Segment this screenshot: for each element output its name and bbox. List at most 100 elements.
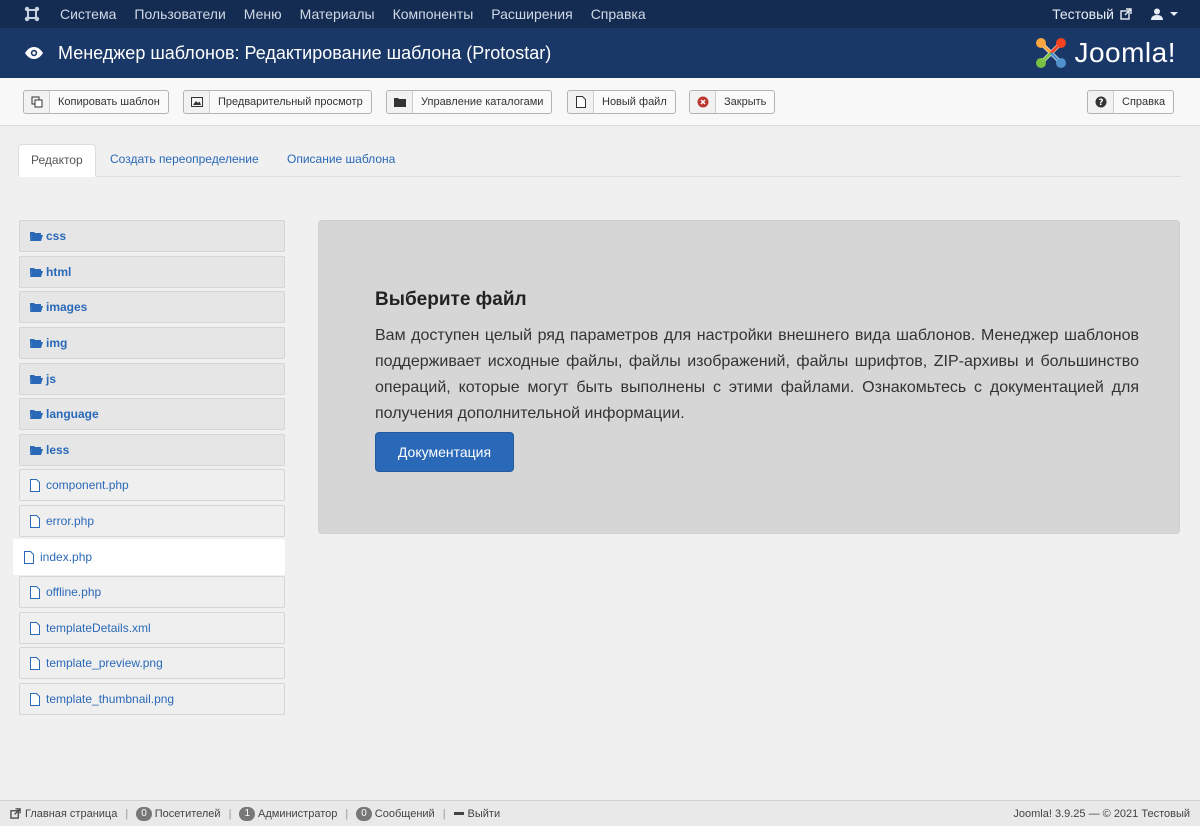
folder-icon [387,91,413,113]
help-label: Справка [1122,96,1166,108]
menu-item-menus[interactable]: Меню [244,6,282,22]
tree-file-selected[interactable]: index.php [13,539,285,575]
page-header: Менеджер шаблонов: Редактирование шаблон… [0,28,1200,78]
visitors-badge: 0 [136,806,152,821]
visitors-label: Посетителей [154,807,221,820]
messages-badge: 0 [356,806,372,821]
tree-folder[interactable]: img [19,327,285,359]
image-icon [184,91,210,113]
footer-divider: | [228,807,232,820]
tree-folder[interactable]: js [19,363,285,395]
home-label: Главная страница [25,807,118,820]
tree-file[interactable]: error.php [19,505,285,537]
file-icon [24,550,38,564]
chevron-down-icon[interactable] [1170,10,1178,18]
tree-file[interactable]: templateDetails.xml [19,612,285,644]
new-file-button[interactable]: Новый файл [567,90,676,114]
tree-item-label: css [46,229,67,243]
admins-status[interactable]: 1 Администратор [239,806,338,821]
status-footer: Главная страница | 0 Посетителей | 1 Адм… [0,800,1200,826]
version-info: Joomla! 3.9.25 — © 2021 Тестовый [1013,801,1190,826]
tab-template-description[interactable]: Описание шаблона [275,144,407,177]
tree-folder[interactable]: html [19,256,285,288]
folder-open-icon [30,337,44,350]
page-title: Менеджер шаблонов: Редактирование шаблон… [58,42,552,63]
svg-text:?: ? [1098,98,1103,108]
tab-create-override[interactable]: Создать переопределение [98,144,271,177]
folder-open-icon [30,301,44,314]
tree-folder[interactable]: images [19,291,285,323]
main-menu: Система Пользователи Меню Материалы Комп… [60,6,664,22]
tree-folder[interactable]: language [19,398,285,430]
external-link-icon [10,808,21,819]
select-file-panel: Выберите файл Вам доступен целый ряд пар… [318,220,1180,534]
site-link[interactable]: Тестовый [1052,6,1114,22]
tree-item-label: images [46,300,88,314]
logout-link[interactable]: Выйти [453,807,501,820]
minus-icon [453,811,464,815]
tree-file[interactable]: component.php [19,469,285,501]
folder-open-icon [30,373,44,386]
home-link[interactable]: Главная страница [10,808,117,820]
user-icon[interactable] [1150,7,1164,21]
folder-open-icon [30,408,44,421]
copy-template-label: Копировать шаблон [58,96,160,108]
copy-template-button[interactable]: Копировать шаблон [23,90,169,114]
tree-item-label: language [46,407,99,421]
preview-button[interactable]: Предварительный просмотр [183,90,372,114]
close-icon [690,91,716,113]
messages-status[interactable]: 0 Сообщений [356,806,435,821]
joomla-logo-icon [1036,38,1067,68]
tree-item-label: img [46,336,68,350]
file-icon [30,621,44,635]
tabs: Редактор Создать переопределение Описани… [18,144,1181,177]
tree-item-label: component.php [46,478,129,492]
copy-icon [24,91,50,113]
tree-item-label: offline.php [46,585,102,599]
tree-item-label: template_preview.png [46,656,163,670]
admins-label: Администратор [258,807,338,820]
folder-open-icon [30,230,44,243]
manage-folders-button[interactable]: Управление каталогами [386,90,553,114]
messages-label: Сообщений [374,807,435,820]
logout-label: Выйти [467,807,501,820]
panel-heading: Выберите файл [375,289,527,310]
new-file-label: Новый файл [602,96,667,108]
joomla-logo-text: Joomla! [1074,37,1176,68]
tree-item-label: js [46,372,57,386]
menu-item-help[interactable]: Справка [591,6,646,22]
external-link-icon [1120,8,1132,20]
documentation-button[interactable]: Документация [375,432,514,472]
tree-folder[interactable]: css [19,220,285,252]
tab-editor[interactable]: Редактор [18,144,96,177]
menu-item-content[interactable]: Материалы [300,6,375,22]
file-icon [30,514,44,528]
footer-divider: | [125,807,129,820]
file-icon [30,656,44,670]
file-icon [30,478,44,492]
footer-divider: | [345,807,349,820]
tree-file[interactable]: template_preview.png [19,647,285,679]
tree-file[interactable]: offline.php [19,576,285,608]
file-icon [568,91,594,113]
manage-folders-label: Управление каталогами [421,96,544,108]
tree-item-label: index.php [40,550,93,564]
menu-item-components[interactable]: Компоненты [393,6,474,22]
tree-file[interactable]: template_thumbnail.png [19,683,285,715]
folder-open-icon [30,444,44,457]
file-icon [30,585,44,599]
visitors-status[interactable]: 0 Посетителей [136,806,221,821]
folder-open-icon [30,266,44,279]
tree-item-label: less [46,443,70,457]
menu-item-extensions[interactable]: Расширения [491,6,572,22]
tree-folder[interactable]: less [19,434,285,466]
version-label: Joomla! 3.9.25 — © 2021 Тестовый [1013,808,1190,820]
tree-item-label: error.php [46,514,95,528]
close-button[interactable]: Закрыть [689,90,776,114]
menu-item-system[interactable]: Система [60,6,116,22]
top-nav-right: Тестовый [1052,0,1200,28]
help-button[interactable]: ? Справка [1087,90,1175,114]
question-icon: ? [1088,91,1114,113]
menu-item-users[interactable]: Пользователи [134,6,225,22]
joomla-menu-icon[interactable] [22,4,42,24]
